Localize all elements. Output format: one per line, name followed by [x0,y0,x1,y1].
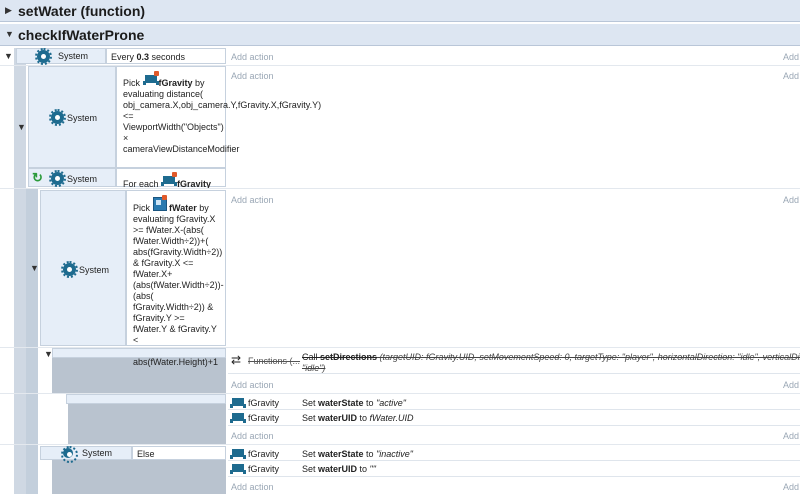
condition-text[interactable]: For each fGravity [116,168,226,189]
add-action-link[interactable]: Add action [231,52,274,62]
action-row[interactable]: fGravity Set waterState to "inactive" [228,446,800,461]
cond-text: by evaluating distance( obj_camera.X,obj… [123,78,322,154]
action-text: Set waterUID to fWater.UID [302,413,414,423]
add-link[interactable]: Add [783,195,799,205]
function-params: (targetUID: fGravity.UID, setMovementSpe… [377,352,800,362]
row-divider [0,188,800,189]
event-margin-nested [68,404,226,444]
function-name: setDirections [320,352,378,362]
event-margin-nested [52,460,226,494]
add-link[interactable]: Add [783,482,799,492]
condition-object[interactable]: System [28,66,116,168]
condition-text[interactable]: Pick fWater by evaluating fGravity.X >= … [126,190,226,367]
expand-triangle-icon[interactable]: ▶ [5,5,12,16]
sprite-icon [161,172,178,187]
gear-icon [49,109,66,126]
sub-event-condition[interactable] [52,348,226,358]
sprite-icon [230,411,246,424]
event-margin [14,48,26,494]
add-action-link[interactable]: Add action [231,195,274,205]
condition-object-name: System [58,51,89,61]
add-action-link[interactable]: Add action [231,431,274,441]
collapse-triangle-icon[interactable]: ▼ [30,263,39,273]
cond-text: Every [111,52,137,62]
condition-object-name: System [67,174,98,184]
action-text: Set waterState to "active" [302,398,406,408]
add-link[interactable]: Add [783,380,799,390]
condition-object[interactable]: System [40,190,126,346]
sprite-icon [230,447,246,460]
cond-object: fWater [169,203,197,213]
gear-icon [35,47,52,65]
action-object: fGravity [248,413,280,423]
action-row[interactable]: fGravity Set waterUID to fWater.UID [228,410,800,426]
condition-text[interactable]: Every 0.3 seconds [106,48,226,64]
gear-icon [49,170,66,187]
sprite-icon [230,396,246,409]
add-link[interactable]: Add [783,431,799,441]
group-title: setWater (function) [18,3,146,19]
group-header-setwater[interactable]: ▶ setWater (function) [0,0,800,22]
group-header-checkifwaterprone[interactable]: ▼ checkIfWaterProne [0,24,800,46]
loop-icon: ↻ [32,170,43,185]
sub-event-condition[interactable] [66,394,226,404]
gear-icon [61,261,78,278]
add-link[interactable]: Add [783,52,799,62]
row-divider [0,393,800,394]
action-row[interactable]: ⇄ Functions (... Call setDirections (tar… [228,350,800,374]
sprite-icon [230,462,246,475]
action-object: fGravity [248,449,280,459]
condition-object-name: System [82,448,113,458]
action-verb: Call [302,352,321,362]
condition-object[interactable]: System [16,47,106,65]
collapse-triangle-icon[interactable]: ▼ [17,122,26,132]
add-action-link[interactable]: Add action [231,71,274,81]
function-arrows-icon: ⇄ [231,353,242,367]
collapse-triangle-icon[interactable]: ▼ [5,29,14,39]
cond-text: Pick [133,203,153,213]
cond-text: Pick [123,78,143,88]
condition-object[interactable]: ↻ System [28,168,116,187]
event-margin-nested [26,188,38,494]
row-divider [0,444,800,445]
add-link[interactable]: Add [783,71,799,81]
collapse-triangle-icon[interactable]: ▼ [4,51,13,61]
group-title: checkIfWaterProne [18,27,145,43]
function-params: "idle") [302,363,326,373]
add-action-link[interactable]: Add action [231,482,274,492]
cond-text: seconds [149,52,186,62]
action-object: fGravity [248,398,280,408]
condition-object-name: System [79,265,110,275]
action-row[interactable]: fGravity Set waterState to "active" [228,395,800,410]
action-object: Functions (... [248,356,301,366]
condition-object-name: System [67,113,98,123]
action-row[interactable]: fGravity Set waterUID to "" [228,461,800,477]
cond-text: Else [137,449,155,459]
cond-object: fGravity [158,78,193,88]
action-text: Call setDirections (targetUID: fGravity.… [302,352,800,362]
row-divider [0,65,800,66]
condition-text[interactable]: Else [132,446,226,460]
tiled-bg-icon [152,195,167,211]
add-action-link[interactable]: Add action [231,380,274,390]
gear-icon [61,446,78,463]
action-text: Set waterUID to "" [302,464,376,474]
cond-text: by evaluating fGravity.X >= fWater.X-(ab… [133,203,224,367]
action-object: fGravity [248,464,280,474]
condition-object[interactable]: System [40,446,132,463]
sprite-icon [142,71,159,86]
action-text: Set waterState to "inactive" [302,449,413,459]
cond-value: 0.3 [136,52,150,62]
row-divider [0,347,800,348]
condition-text[interactable]: Pick fGravity by evaluating distance( ob… [116,66,321,168]
